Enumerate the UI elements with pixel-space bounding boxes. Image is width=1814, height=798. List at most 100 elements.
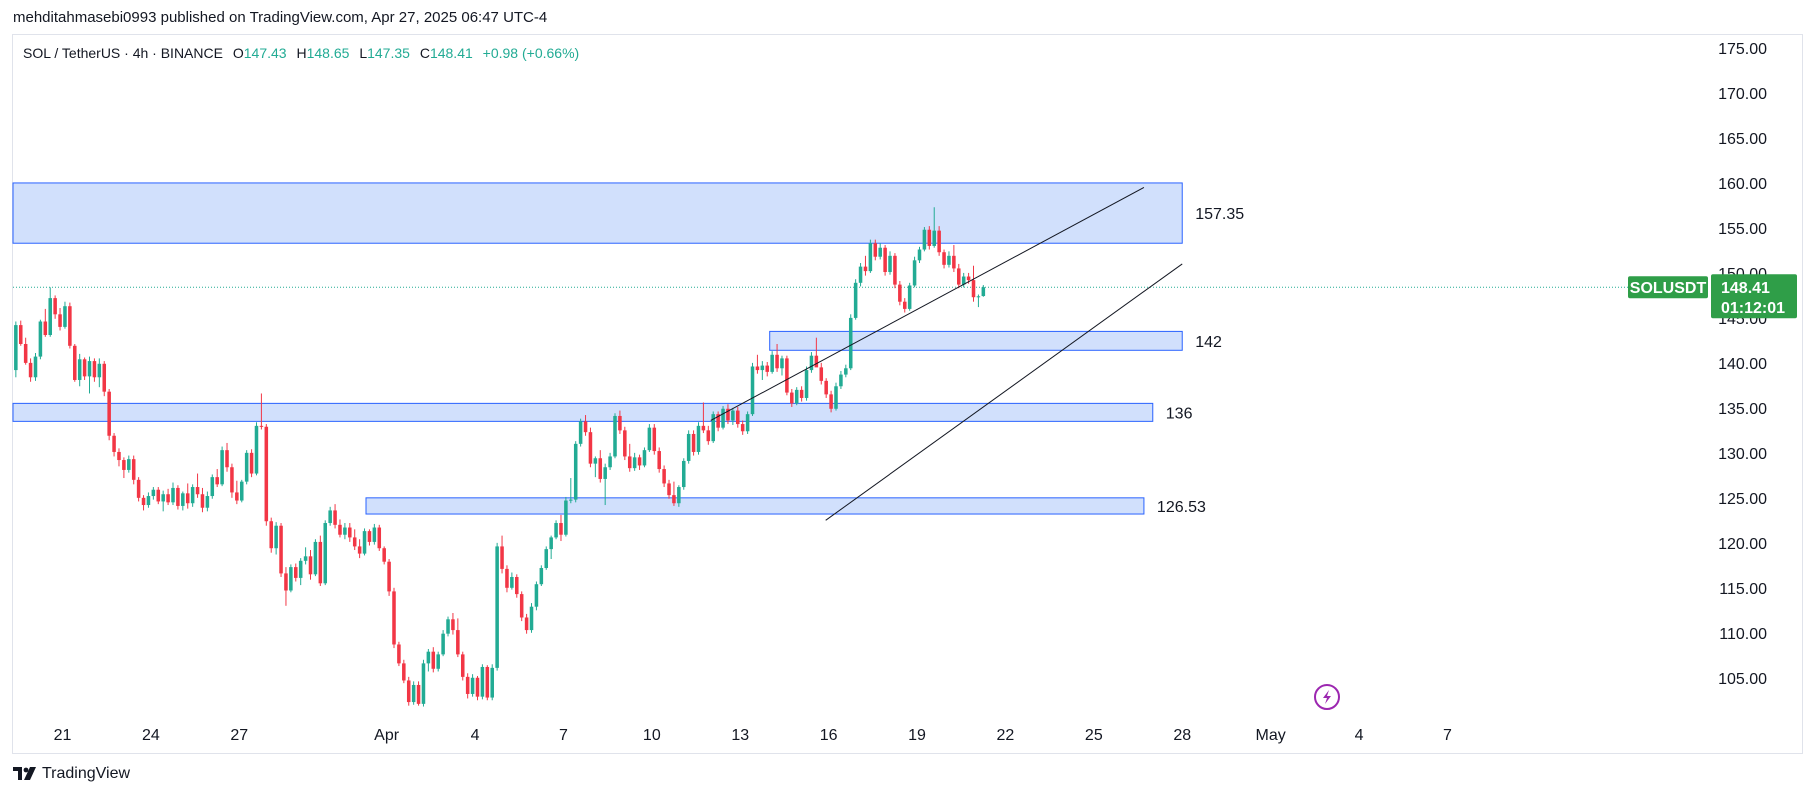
candle[interactable] [647,424,652,452]
candle[interactable] [750,362,755,416]
candle[interactable] [382,546,386,565]
candle[interactable] [328,506,332,526]
candle[interactable] [947,251,951,268]
candle[interactable] [68,302,72,349]
candle[interactable] [500,535,504,574]
candle[interactable] [696,422,701,455]
candle[interactable] [745,411,750,434]
candle[interactable] [691,430,696,456]
candle[interactable] [588,427,593,468]
candle[interactable] [73,343,77,382]
candle[interactable] [667,479,671,499]
candle[interactable] [888,251,892,275]
candle[interactable] [58,308,62,331]
candle[interactable] [416,681,421,706]
candle[interactable] [598,450,603,483]
candle[interactable] [834,382,838,411]
zone-rect[interactable] [769,330,1183,351]
candle[interactable] [519,591,524,622]
candle[interactable] [205,491,210,512]
candle[interactable] [87,356,92,394]
candle[interactable] [308,550,313,580]
candle[interactable] [249,449,254,478]
candle[interactable] [82,357,87,380]
candle[interactable] [235,480,239,505]
candle[interactable] [367,529,372,546]
candle[interactable] [495,542,499,671]
candle[interactable] [637,454,642,470]
candle[interactable] [652,424,657,455]
candle[interactable] [195,473,200,498]
candle[interactable] [711,411,715,443]
candle[interactable] [706,425,711,445]
tradingview-logo-icon[interactable] [13,767,37,781]
candle[interactable] [387,559,391,596]
candle[interactable] [544,546,549,570]
candle[interactable] [765,361,770,377]
candle[interactable] [215,469,219,488]
candle[interactable] [898,281,902,306]
candle[interactable] [122,457,126,479]
candle[interactable] [264,424,269,526]
candle[interactable] [868,239,873,273]
candle[interactable] [141,495,146,511]
candle[interactable] [225,442,229,472]
candle[interactable] [505,565,509,593]
candle[interactable] [804,366,809,401]
candle[interactable] [406,676,411,706]
candle[interactable] [392,587,396,649]
candle[interactable] [421,659,426,707]
candle[interactable] [33,352,38,381]
candle[interactable] [63,301,67,329]
candle[interactable] [593,456,598,478]
candle[interactable] [313,539,318,577]
candle[interactable] [824,378,828,398]
candle[interactable] [465,673,470,699]
candle[interactable] [38,319,43,360]
candle[interactable] [171,482,175,506]
candle[interactable] [166,488,170,506]
candle[interactable] [662,465,666,488]
candle[interactable] [642,447,647,468]
candle[interactable] [303,547,308,565]
candle[interactable] [564,496,568,537]
candle[interactable] [357,539,362,559]
candle[interactable] [893,253,897,289]
candle[interactable] [274,522,278,555]
candle[interactable] [151,487,156,500]
candle[interactable] [441,630,445,657]
candle[interactable] [352,529,357,551]
candle[interactable] [210,474,215,499]
candle[interactable] [971,265,976,302]
candle[interactable] [863,255,868,276]
candle[interactable] [318,535,323,587]
candle[interactable] [269,517,273,553]
candle[interactable] [156,487,161,505]
candle[interactable] [485,665,490,701]
candle[interactable] [554,520,558,540]
zone-rect[interactable] [12,182,1183,244]
candle[interactable] [475,675,480,701]
candle[interactable] [672,481,676,506]
candle[interactable] [451,612,455,635]
candle[interactable] [902,298,907,313]
candle[interactable] [549,535,553,560]
candle[interactable] [780,355,784,376]
candle[interactable] [333,504,337,529]
candle[interactable] [760,361,765,380]
candle[interactable] [844,364,848,378]
footer-brand[interactable]: TradingView [42,765,130,783]
candle[interactable] [623,426,627,461]
candle[interactable] [97,358,102,388]
candle[interactable] [131,455,136,485]
candle[interactable] [942,249,946,269]
price-chart[interactable]: 157.35142136126.53 175.00170.00165.00160… [0,0,1814,798]
candle[interactable] [244,450,249,485]
candle[interactable] [539,565,544,587]
candle[interactable] [53,295,57,319]
candle[interactable] [819,362,824,385]
candle[interactable] [18,320,23,346]
candle[interactable] [794,387,799,406]
candle[interactable] [43,308,48,337]
candle[interactable] [298,558,303,586]
